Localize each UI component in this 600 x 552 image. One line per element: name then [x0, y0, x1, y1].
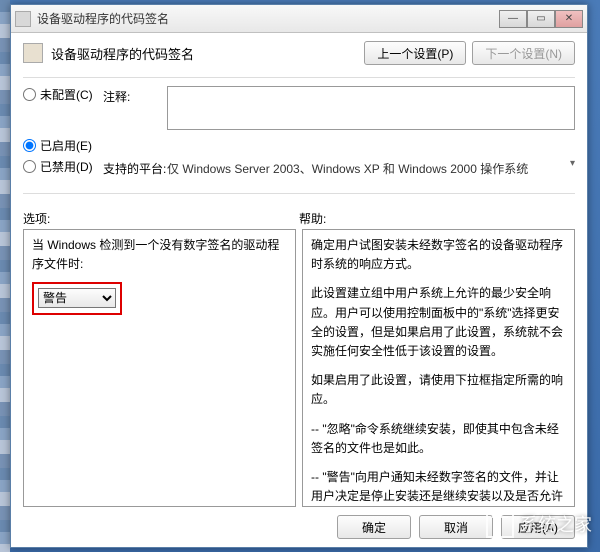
help-p2: 此设置建立组中用户系统上允许的最少安全响应。用户可以使用控制面板中的"系统"选择…	[311, 284, 566, 361]
signing-action-select[interactable]: 警告	[38, 288, 116, 308]
dialog-content: 设备驱动程序的代码签名 上一个设置(P) 下一个设置(N) 未配置(C) 注释:…	[11, 33, 587, 547]
radio-not-configured-input[interactable]	[23, 88, 36, 101]
options-pane: 当 Windows 检测到一个没有数字签名的驱动程序文件时: 警告	[23, 229, 296, 507]
close-button[interactable]: ✕	[555, 10, 583, 28]
header-row: 设备驱动程序的代码签名 上一个设置(P) 下一个设置(N)	[23, 41, 575, 65]
platform-label: 支持的平台:	[103, 158, 167, 177]
cancel-button[interactable]: 取消	[419, 515, 493, 539]
comment-textarea[interactable]	[167, 86, 575, 130]
help-pane[interactable]: 确定用户试图安装未经数字签名的设备驱动程序时系统的响应方式。 此设置建立组中用户…	[302, 229, 575, 507]
window-icon	[15, 11, 31, 27]
previous-setting-button[interactable]: 上一个设置(P)	[364, 41, 466, 65]
desktop-background-strip	[0, 0, 10, 552]
next-setting-button[interactable]: 下一个设置(N)	[472, 41, 575, 65]
radio-not-configured-label: 未配置(C)	[40, 86, 93, 103]
help-p3: 如果启用了此设置，请使用下拉框指定所需的响应。	[311, 371, 566, 409]
platform-value: 仅 Windows Server 2003、Windows XP 和 Windo…	[167, 158, 575, 177]
divider-2	[23, 193, 575, 194]
platform-caret-icon: ▾	[570, 158, 575, 169]
radio-disabled[interactable]: 已禁用(D)	[23, 158, 103, 175]
platform-value-text: 仅 Windows Server 2003、Windows XP 和 Windo…	[167, 162, 528, 176]
config-area: 未配置(C) 注释: 已启用(E) 已禁用(D) 支持的平台:	[23, 86, 575, 181]
window-controls: — ▭ ✕	[499, 10, 583, 28]
help-p4: -- "忽略"命令系统继续安装，即使其中包含未经签名的文件也是如此。	[311, 420, 566, 458]
help-p5: -- "警告"向用户通知未经数字签名的文件，并让用户决定是停止安装还是继续安装以…	[311, 468, 566, 507]
options-label: 选项:	[23, 208, 299, 229]
titlebar[interactable]: 设备驱动程序的代码签名 — ▭ ✕	[11, 5, 587, 33]
minimize-button[interactable]: —	[499, 10, 527, 28]
options-prompt: 当 Windows 检测到一个没有数字签名的驱动程序文件时:	[32, 236, 287, 274]
radio-not-configured[interactable]: 未配置(C)	[23, 86, 103, 103]
policy-title: 设备驱动程序的代码签名	[51, 44, 358, 63]
apply-button[interactable]: 应用(A)	[501, 515, 575, 539]
ok-button[interactable]: 确定	[337, 515, 411, 539]
radio-disabled-label: 已禁用(D)	[40, 158, 93, 175]
comment-label: 注释:	[103, 86, 167, 105]
window-title: 设备驱动程序的代码签名	[37, 10, 499, 27]
options-select-highlight: 警告	[32, 282, 122, 314]
help-label: 帮助:	[299, 208, 575, 229]
radio-disabled-input[interactable]	[23, 160, 36, 173]
panes: 当 Windows 检测到一个没有数字签名的驱动程序文件时: 警告 确定用户试图…	[23, 229, 575, 507]
divider	[23, 77, 575, 78]
footer: 确定 取消 应用(A)	[23, 507, 575, 539]
maximize-button[interactable]: ▭	[527, 10, 555, 28]
radio-enabled-label: 已启用(E)	[40, 137, 92, 154]
policy-icon	[23, 43, 43, 63]
radio-enabled-input[interactable]	[23, 139, 36, 152]
dialog-window: 设备驱动程序的代码签名 — ▭ ✕ 设备驱动程序的代码签名 上一个设置(P) 下…	[10, 4, 588, 548]
panes-header: 选项: 帮助:	[23, 208, 575, 229]
radio-enabled[interactable]: 已启用(E)	[23, 137, 103, 154]
help-p1: 确定用户试图安装未经数字签名的设备驱动程序时系统的响应方式。	[311, 236, 566, 274]
